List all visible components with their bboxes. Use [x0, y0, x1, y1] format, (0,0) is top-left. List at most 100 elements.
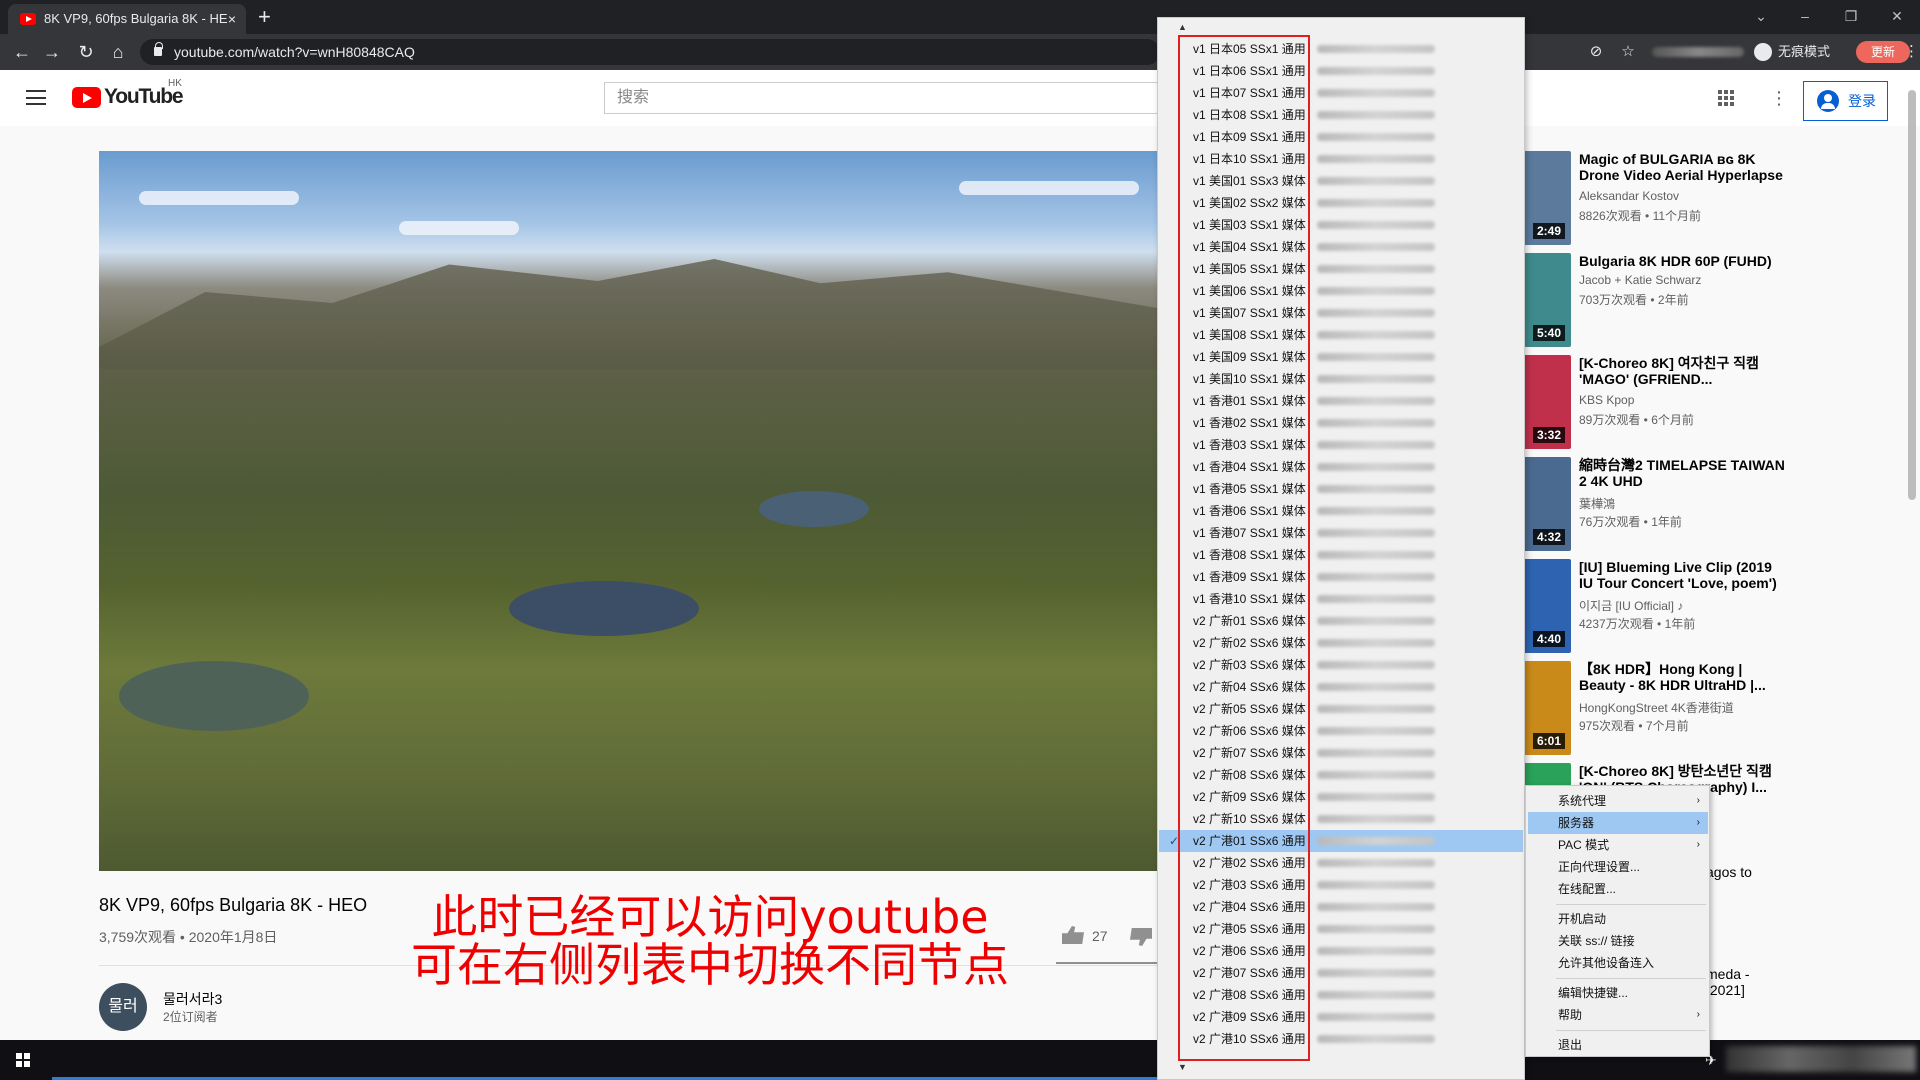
menu-item-associate-ss-links[interactable]: 关联 ss:// 链接	[1528, 930, 1708, 952]
server-address-blurred	[1317, 573, 1435, 581]
like-count: 27	[1092, 928, 1108, 944]
server-address-blurred	[1317, 89, 1435, 97]
rec-title-partial[interactable]: agos to	[1706, 864, 1752, 880]
incognito-indicator[interactable]: 无痕模式	[1752, 40, 1830, 64]
server-address-blurred	[1317, 419, 1435, 427]
incognito-label: 无痕模式	[1778, 44, 1831, 59]
youtube-favicon-icon	[20, 13, 36, 25]
duration-badge: 3:32	[1533, 427, 1566, 443]
recommendation-item[interactable]: 2:49 Magic of BULGARIA ʙɢ 8K Drone Video…	[1525, 151, 1895, 249]
tab-close-icon[interactable]: ×	[228, 4, 236, 34]
server-address-blurred	[1317, 991, 1435, 999]
mountain-ridge	[99, 259, 1160, 369]
submenu-arrow-icon: ›	[1696, 1009, 1700, 1020]
browser-tab-active[interactable]: 8K VP9, 60fps Bulgaria 8K - HE ×	[8, 4, 246, 34]
hamburger-menu-icon[interactable]	[26, 90, 46, 105]
menu-item-quit[interactable]: 退出	[1528, 1034, 1708, 1056]
duration-badge: 6:01	[1533, 733, 1566, 749]
address-bar[interactable]: youtube.com/watch?v=wnH80848CAQ	[140, 39, 1160, 65]
update-button[interactable]: 更新	[1856, 41, 1910, 63]
menu-item-pac-mode[interactable]: PAC 模式 ›	[1528, 834, 1708, 856]
menu-item-allow-lan[interactable]: 允许其他设备连入	[1528, 952, 1708, 974]
rec-title[interactable]: [K-Choreo 8K] 여자친구 직캠 'MAGO' (GFRIEND...	[1579, 355, 1789, 387]
youtube-header: YouTube HK 搜索 ⋮ 登录	[0, 70, 1920, 126]
cloud	[399, 221, 519, 235]
server-address-blurred	[1317, 551, 1435, 559]
home-icon[interactable]: ⌂	[104, 34, 132, 70]
rec-channel: 葉樺鴻	[1579, 497, 1616, 511]
windows-start-icon[interactable]	[16, 1053, 30, 1067]
rec-channel: HongKongStreet 4K香港街道	[1579, 701, 1734, 715]
like-button[interactable]: 27	[1062, 928, 1108, 944]
server-address-blurred	[1317, 397, 1435, 405]
menu-item-system-proxy[interactable]: 系统代理 ›	[1528, 790, 1708, 812]
restore-button[interactable]: ❐	[1828, 0, 1874, 34]
rec-views: 89万次观看 • 6个月前	[1579, 413, 1694, 427]
rec-title[interactable]: 【8K HDR】Hong Kong | Beauty - 8K HDR Ultr…	[1579, 661, 1789, 693]
channel-avatar[interactable]: 물러	[99, 983, 147, 1031]
settings-kebab-icon[interactable]: ⋮	[1770, 86, 1788, 110]
sign-in-button[interactable]: 登录	[1803, 81, 1888, 121]
rec-views: 703万次观看 • 2年前	[1579, 293, 1689, 307]
dislike-button[interactable]	[1130, 928, 1152, 946]
minimize-button[interactable]: –	[1782, 0, 1828, 34]
menu-item-forward-proxy[interactable]: 正向代理设置...	[1528, 856, 1708, 878]
channel-subscribers: 2位订阅者	[163, 1010, 218, 1024]
menu-item-servers[interactable]: 服务器 ›	[1528, 812, 1708, 834]
menu-item-edit-hotkeys[interactable]: 编辑快捷键...	[1528, 982, 1708, 1004]
video-thumbnail[interactable]	[1525, 763, 1571, 787]
back-arrow-icon[interactable]: ←	[8, 34, 36, 70]
server-address-blurred	[1317, 507, 1435, 515]
rec-title[interactable]: Magic of BULGARIA ʙɢ 8K Drone Video Aeri…	[1579, 151, 1789, 183]
recommendation-item[interactable]: 3:32 [K-Choreo 8K] 여자친구 직캠 'MAGO' (GFRIE…	[1525, 355, 1895, 453]
video-meta: 3,759次观看 • 2020年1月8日	[99, 929, 278, 945]
rec-views: 4237万次观看 • 1年前	[1579, 617, 1696, 631]
server-address-blurred	[1317, 485, 1435, 493]
browser-menu-icon[interactable]: ⋮	[1904, 34, 1919, 70]
apps-grid-icon[interactable]	[1718, 90, 1734, 106]
rec-channel: 이지금 [IU Official] ♪	[1579, 599, 1684, 613]
scroll-down-arrow-icon[interactable]: ▼	[1178, 1062, 1187, 1072]
menu-item-help[interactable]: 帮助 ›	[1528, 1004, 1708, 1026]
rec-title[interactable]: [IU] Blueming Live Clip (2019 IU Tour Co…	[1579, 559, 1789, 591]
server-address-blurred	[1317, 683, 1435, 691]
channel-name[interactable]: 물러서라3	[163, 989, 222, 1009]
duration-badge: 5:40	[1533, 325, 1566, 341]
scroll-up-arrow-icon[interactable]: ▲	[1178, 22, 1187, 32]
bookmark-star-icon[interactable]: ☆	[1616, 34, 1640, 70]
recommendation-item[interactable]: 4:32 縮時台灣2 TIMELAPSE TAIWAN 2 4K UHD 葉樺鴻…	[1525, 457, 1895, 555]
server-address-blurred	[1317, 177, 1435, 185]
rec-views: 975次观看 • 7个月前	[1579, 719, 1689, 733]
server-address-blurred	[1317, 727, 1435, 735]
duration-badge: 4:32	[1533, 529, 1566, 545]
caption-overlay: 此时已经可以访问youtube 可在右侧列表中切换不同节点	[360, 893, 1060, 989]
tracking-blocked-icon[interactable]: ⊘	[1584, 34, 1608, 70]
server-address-blurred	[1317, 221, 1435, 229]
rec-title[interactable]: Bulgaria 8K HDR 60P (FUHD)	[1579, 253, 1789, 269]
caption-line-1: 此时已经可以访问youtube	[431, 890, 989, 944]
reload-icon[interactable]: ↻	[72, 34, 100, 70]
duration-badge: 2:49	[1533, 223, 1566, 239]
menu-separator	[1556, 978, 1706, 979]
server-address-blurred	[1317, 837, 1435, 845]
forward-arrow-icon[interactable]: →	[38, 34, 66, 70]
recommendation-item[interactable]: 5:40 Bulgaria 8K HDR 60P (FUHD) Jacob + …	[1525, 253, 1895, 351]
video-title: 8K VP9, 60fps Bulgaria 8K - HEO	[99, 895, 368, 915]
caption-line-2: 可在右侧列表中切换不同节点	[411, 938, 1009, 992]
video-player[interactable]	[99, 151, 1160, 871]
new-tab-button[interactable]: +	[258, 4, 271, 30]
page-scrollbar[interactable]	[1908, 90, 1916, 500]
server-address-blurred	[1317, 1013, 1435, 1021]
rec-title-partial[interactable]: meda - [2021]	[1706, 966, 1750, 998]
rec-title[interactable]: 縮時台灣2 TIMELAPSE TAIWAN 2 4K UHD	[1579, 457, 1789, 489]
recommendation-item[interactable]: 4:40 [IU] Blueming Live Clip (2019 IU To…	[1525, 559, 1895, 657]
search-input[interactable]: 搜索	[604, 82, 1164, 114]
server-address-blurred	[1317, 947, 1435, 955]
menu-separator	[1556, 904, 1706, 905]
close-window-button[interactable]: ✕	[1874, 0, 1920, 34]
recommendation-item[interactable]: 6:01 【8K HDR】Hong Kong | Beauty - 8K HDR…	[1525, 661, 1895, 759]
tab-search-icon[interactable]: ⌄	[1738, 0, 1784, 34]
rec-views: 76万次观看 • 1年前	[1579, 515, 1682, 529]
menu-item-start-on-boot[interactable]: 开机启动	[1528, 908, 1708, 930]
menu-item-online-config[interactable]: 在线配置...	[1528, 878, 1708, 900]
